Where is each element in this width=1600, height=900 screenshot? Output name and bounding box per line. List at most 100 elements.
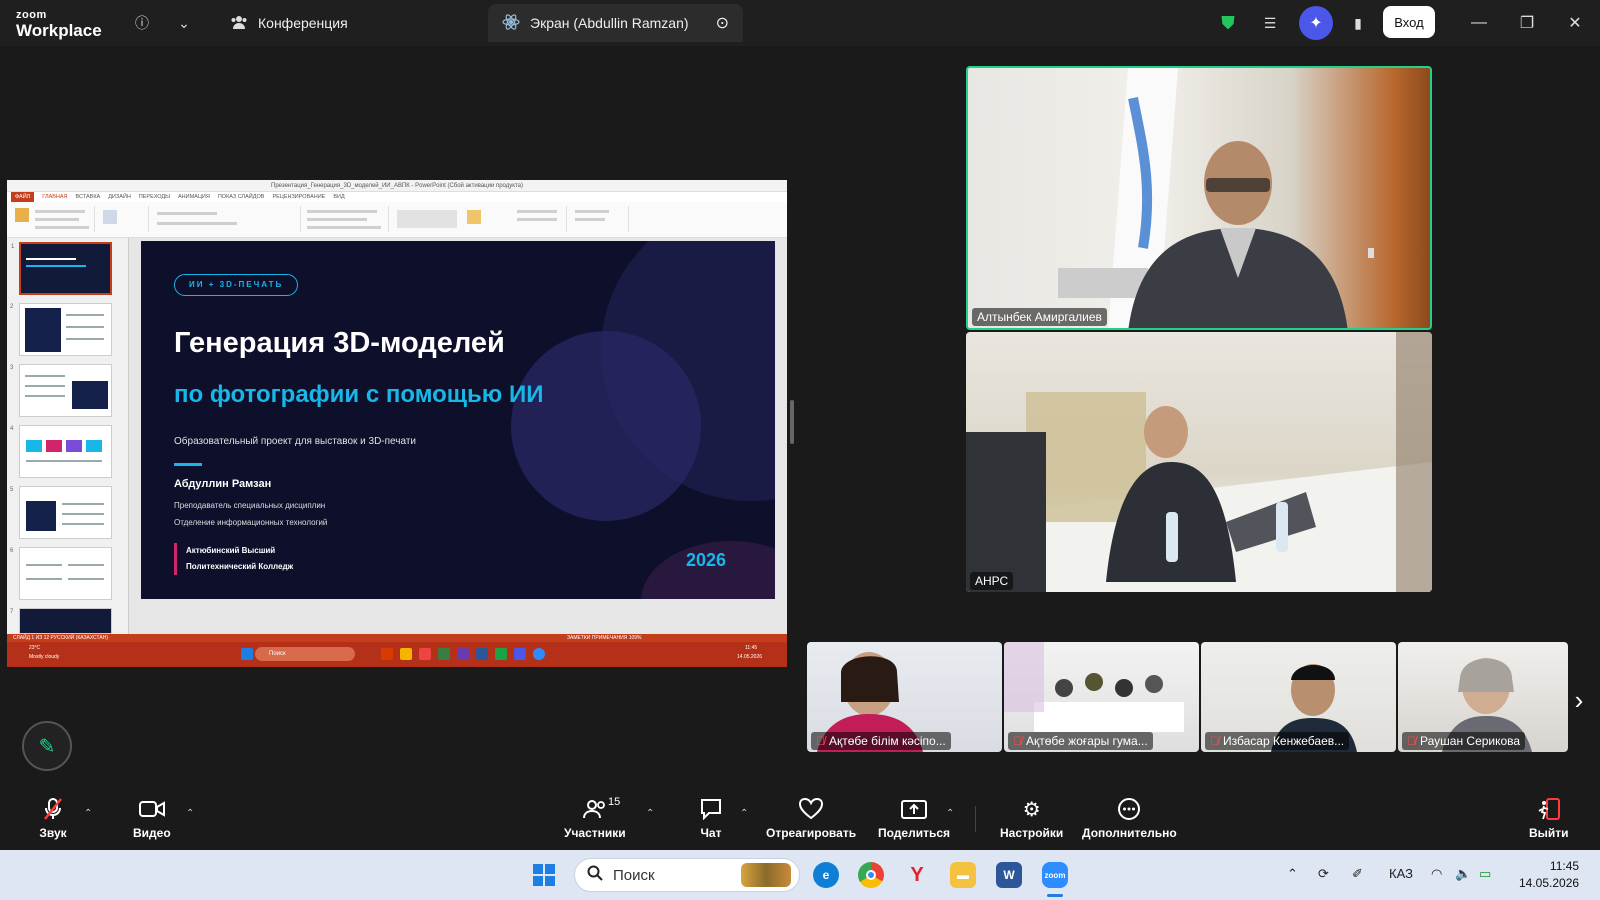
heart-icon <box>796 796 826 822</box>
more-button[interactable]: Дополнительно <box>1082 796 1177 840</box>
ppt-tab: ПОКАЗ СЛАЙДОВ <box>217 194 265 200</box>
slide-thumbnail[interactable]: 1 <box>11 242 112 295</box>
slide-thumbnail[interactable]: 7 <box>10 608 112 634</box>
zoom-logo: zoom Workplace <box>16 10 102 40</box>
video-tile-strip[interactable]: 🎙̸ Избасар Кенжебаев... <box>1201 642 1396 752</box>
remote-app-icon <box>381 648 393 660</box>
participants-options-caret-icon[interactable]: ⌃ <box>646 808 654 819</box>
mic-muted-icon <box>38 796 68 822</box>
annotate-pencil-icon[interactable]: ✎ <box>22 721 72 771</box>
participants-icon <box>580 796 610 822</box>
minimize-icon[interactable]: — <box>1468 12 1490 34</box>
slide-thumbnail[interactable]: 4 <box>10 425 112 478</box>
participant-name: Ақтөбе жоғары гума... <box>1026 734 1148 748</box>
audio-options-caret-icon[interactable]: ⌃ <box>84 808 92 819</box>
slide-thumbnail[interactable]: 6 <box>10 547 112 600</box>
ppt-tab: ПЕРЕХОДЫ <box>138 194 170 200</box>
participant-name-label: 🎙̸ Ақтөбе білім кәсіпо... <box>811 732 951 750</box>
chevron-down-icon[interactable]: ⌄ <box>173 12 195 34</box>
slide-canvas[interactable]: ИИ + 3D-ПЕЧАТЬ Генерация 3D-моделей по ф… <box>141 241 775 599</box>
sync-icon[interactable]: ⟳ <box>1318 866 1329 882</box>
audio-label: Звук <box>39 826 67 840</box>
taskbar-clock[interactable]: 11:45 14.05.2026 <box>1519 858 1579 892</box>
remote-weather-desc: Mostly cloudy <box>29 654 60 660</box>
participant-name: АНРС <box>975 574 1009 588</box>
tab-conference[interactable]: Конференция <box>216 4 362 42</box>
wifi-icon[interactable]: ◠ <box>1431 866 1442 882</box>
chrome-browser-icon[interactable] <box>858 862 884 888</box>
restore-icon[interactable]: ❐ <box>1516 12 1538 34</box>
remote-app-icon <box>457 648 469 660</box>
remote-date: 14.05.2026 <box>737 654 763 660</box>
participant-name-label: 🎙̸ Избасар Кенжебаев... <box>1205 732 1350 750</box>
more-options-icon[interactable]: ⊙ <box>716 13 729 33</box>
share-screen-icon <box>899 796 929 822</box>
video-tile-second[interactable]: АНРС <box>966 332 1432 592</box>
signin-button[interactable]: Вход <box>1383 6 1435 38</box>
leave-label: Выйти <box>1529 826 1569 840</box>
mic-muted-icon: 🎙̸ <box>1210 734 1219 748</box>
security-shield-icon[interactable]: ⛊ <box>1217 12 1239 34</box>
remote-app-icon <box>533 648 545 660</box>
participants-button[interactable]: 15 Участники <box>564 796 626 840</box>
settings-button[interactable]: ⚙ Настройки <box>1000 796 1063 841</box>
language-indicator[interactable]: КАЗ <box>1389 866 1413 881</box>
ai-companion-icon[interactable]: ✦ <box>1299 6 1333 40</box>
slide-thumbnail[interactable]: 2 <box>10 303 112 356</box>
active-app-indicator <box>1047 894 1063 897</box>
shared-screen[interactable]: Презентация_Генерация_3D_моделей_ИИ_АВПК… <box>7 180 787 667</box>
remote-zoom-icon <box>514 648 526 660</box>
slide-thumbnail[interactable]: 5 <box>10 486 112 539</box>
thumbnail-number: 1 <box>11 244 15 250</box>
windows-start-icon[interactable] <box>533 864 555 886</box>
pen-input-icon[interactable]: ✐ <box>1352 866 1363 882</box>
zoom-app-icon[interactable]: zoom <box>1042 862 1068 888</box>
ppt-tab: ДИЗАЙН <box>108 194 131 200</box>
info-icon[interactable]: ⓘ <box>131 12 153 34</box>
ppt-tab: ФАЙЛ <box>11 192 35 202</box>
share-label: Поделиться <box>878 826 951 840</box>
thumbnail-number: 5 <box>10 487 14 493</box>
slide-college: Актюбинский Высший Политехнический Колле… <box>174 543 293 575</box>
share-options-caret-icon[interactable]: ⌃ <box>946 808 954 819</box>
notes-icon[interactable]: ☰ <box>1259 12 1281 34</box>
taskbar-search[interactable]: Поиск <box>574 858 800 892</box>
video-options-caret-icon[interactable]: ⌃ <box>186 808 194 819</box>
chat-options-caret-icon[interactable]: ⌃ <box>740 808 748 819</box>
audio-button[interactable]: Звук <box>38 796 68 840</box>
ppt-tab: ВИД <box>333 194 345 200</box>
video-tile-speaker[interactable]: Алтынбек Амиргалиев <box>966 66 1432 330</box>
slide-author: Абдуллин Рамзан <box>174 478 272 490</box>
mic-muted-icon: 🎙̸ <box>816 734 825 748</box>
tray-expand-icon[interactable]: ⌃ <box>1287 866 1298 882</box>
edge-browser-icon[interactable]: e <box>813 862 839 888</box>
video-tile-strip[interactable]: 🎙̸ Раушан Серикова <box>1398 642 1568 752</box>
video-tile-strip[interactable]: 🎙̸ Ақтөбе білім кәсіпо... <box>807 642 1002 752</box>
video-button[interactable]: Видео <box>133 796 171 840</box>
slide-thumbnails[interactable]: 1 2 3 4 5 6 7 <box>7 238 129 634</box>
close-icon[interactable]: ✕ <box>1564 12 1586 34</box>
volume-icon[interactable]: 🔈 <box>1455 866 1471 882</box>
yandex-browser-icon[interactable]: Y <box>904 862 930 888</box>
participant-name-label: АНРС <box>970 572 1014 590</box>
status-left: СЛАЙД 1 ИЗ 12 РУССКИЙ (КАЗАХСТАН) <box>13 635 108 641</box>
ppt-tab: АНИМАЦИЯ <box>178 194 210 200</box>
gear-icon: ⚙ <box>1022 798 1041 821</box>
tab-screen-share[interactable]: Экран (Abdullin Ramzan) ⊙ <box>488 4 743 42</box>
ppt-ribbon-tabs: ФАЙЛ ГЛАВНАЯ ВСТАВКА ДИЗАЙН ПЕРЕХОДЫ АНИ… <box>7 192 787 202</box>
leave-button[interactable]: Выйти <box>1529 796 1569 840</box>
speaker-video-frame <box>1058 68 1374 328</box>
share-screen-button[interactable]: Поделиться <box>878 796 950 840</box>
battery-icon[interactable]: ▭ <box>1479 866 1491 882</box>
resize-handle[interactable] <box>790 400 794 444</box>
participant-name-label: Алтынбек Амиргалиев <box>972 308 1107 326</box>
chevron-right-icon[interactable]: › <box>1568 680 1590 720</box>
file-explorer-icon[interactable]: ▬ <box>950 862 976 888</box>
slide-thumbnail[interactable]: 3 <box>10 364 112 417</box>
word-app-icon[interactable]: W <box>996 862 1022 888</box>
react-button[interactable]: Отреагировать <box>766 796 856 840</box>
remote-time: 11:45 <box>745 645 758 651</box>
video-tile-strip[interactable]: 🎙̸ Ақтөбе жоғары гума... <box>1004 642 1199 752</box>
layout-panel-icon[interactable]: ▮ <box>1347 12 1369 34</box>
chat-button[interactable]: Чат <box>696 796 726 840</box>
